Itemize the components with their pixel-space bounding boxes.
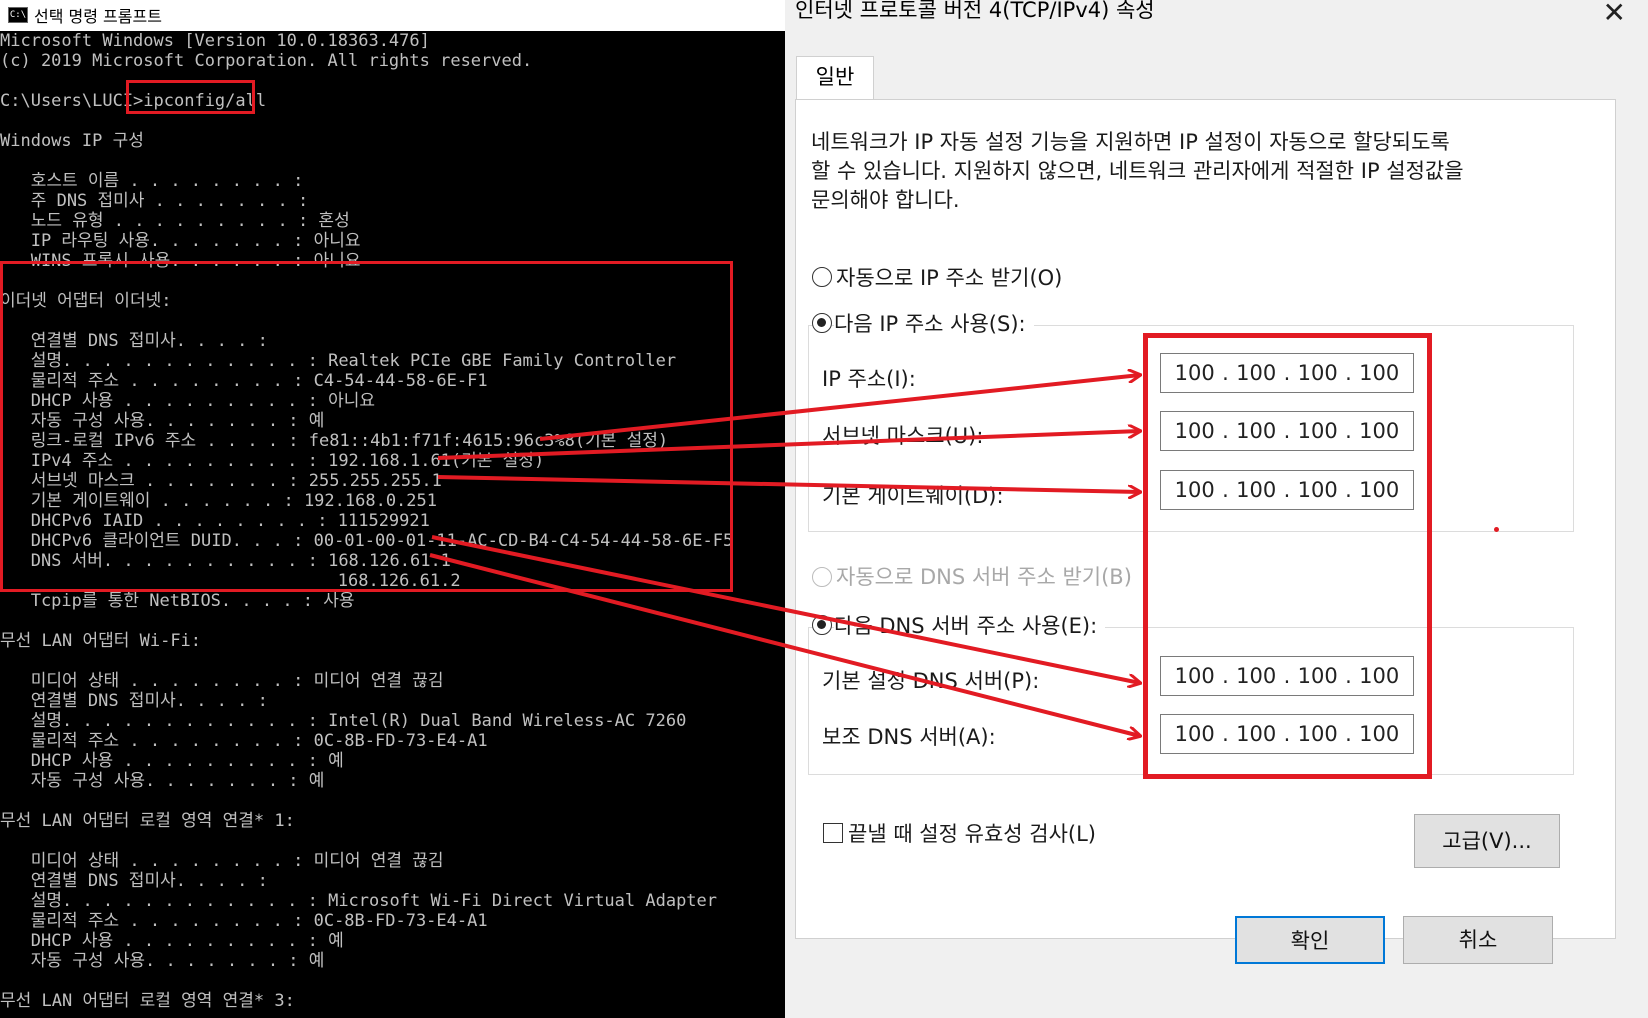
red-dot-marker: [1494, 527, 1499, 532]
alternate-dns-label: 보조 DNS 서버(A):: [822, 725, 996, 749]
console-line: 서브넷 마스크 . . . . . . . : 255.255.255.1: [0, 471, 442, 491]
console-line: DNS 서버. . . . . . . . . . : 168.126.61.1: [0, 551, 451, 571]
console-titlebar: C:\ 선택 명령 프롬프트: [0, 0, 785, 30]
console-line: DHCP 사용 . . . . . . . . . : 예: [0, 751, 344, 771]
console-line: Tcpip를 통한 NetBIOS. . . . : 사용: [0, 591, 355, 611]
console-line: 물리적 주소 . . . . . . . . : 0C-8B-FD-73-E4-…: [0, 911, 488, 931]
description-line-2: 할 수 있습니다. 지원하지 않으면, 네트워크 관리자에게 적절한 IP 설정…: [811, 159, 1464, 183]
tab-general[interactable]: 일반: [796, 56, 874, 100]
console-line: 미디어 상태 . . . . . . . . : 미디어 연결 끊김: [0, 851, 444, 871]
ok-button[interactable]: 확인: [1235, 916, 1385, 964]
console-line: Windows IP 구성: [0, 131, 144, 151]
console-line: 물리적 주소 . . . . . . . . : 0C-8B-FD-73-E4-…: [0, 731, 488, 751]
console-line: 노드 유형 . . . . . . . . . : 혼성: [0, 211, 350, 231]
console-line: 이더넷 어댑터 이더넷:: [0, 291, 172, 311]
console-line: (c) 2019 Microsoft Corporation. All righ…: [0, 51, 533, 71]
subnet-mask-input[interactable]: 100. 100. 100. 100: [1160, 411, 1414, 451]
ip-address-label: IP 주소(I):: [822, 367, 916, 391]
console-line: IP 라우팅 사용. . . . . . . : 아니요: [0, 231, 361, 251]
console-line: 무선 LAN 어댑터 로컬 영역 연결* 3:: [0, 991, 295, 1011]
console-line: 무선 LAN 어댑터 로컬 영역 연결* 1:: [0, 811, 295, 831]
console-line: 연결별 DNS 접미사. . . . :: [0, 871, 268, 891]
radio-manual-ip[interactable]: [812, 313, 832, 333]
tab-panel-general: 네트워크가 IP 자동 설정 기능을 지원하면 IP 설정이 자동으로 할당되도…: [795, 99, 1616, 939]
console-line: 자동 구성 사용. . . . . . . : 예: [0, 771, 325, 791]
cmd-icon: C:\: [8, 7, 28, 23]
console-line: Microsoft Windows [Version 10.0.18363.47…: [0, 31, 430, 51]
console-line: 설명. . . . . . . . . . . . : Realtek PCIe…: [0, 351, 677, 371]
console-line: 링크-로컬 IPv6 주소 . . . . : fe81::4b1:f71f:4…: [0, 431, 669, 451]
console-line: 자동 구성 사용. . . . . . . : 예: [0, 951, 325, 971]
radio-auto-ip-label: 자동으로 IP 주소 받기(O): [836, 266, 1063, 290]
console-line: DHCP 사용 . . . . . . . . . : 아니요: [0, 391, 376, 411]
console-line: 연결별 DNS 접미사. . . . :: [0, 331, 268, 351]
validate-settings-label: 끝낼 때 설정 유효성 검사(L): [848, 822, 1096, 846]
console-line: 168.126.61.2: [0, 571, 461, 591]
preferred-dns-label: 기본 설정 DNS 서버(P):: [822, 669, 1040, 693]
console-line: 주 DNS 접미사 . . . . . . . :: [0, 191, 309, 211]
console-line: 호스트 이름 . . . . . . . . :: [0, 171, 304, 191]
radio-auto-dns[interactable]: [812, 567, 832, 587]
alternate-dns-input[interactable]: 100. 100. 100. 100: [1160, 714, 1414, 754]
dialog-title: 인터넷 프로토콜 버전 4(TCP/IPv4) 속성: [795, 0, 1155, 22]
console-line: 연결별 DNS 접미사. . . . :: [0, 691, 268, 711]
default-gateway-input[interactable]: 100. 100. 100. 100: [1160, 470, 1414, 510]
console-text: Microsoft Windows [Version 10.0.18363.47…: [0, 31, 785, 1011]
advanced-button[interactable]: 고급(V)...: [1414, 814, 1560, 868]
console-line: 설명. . . . . . . . . . . . : Microsoft Wi…: [0, 891, 718, 911]
description-line-1: 네트워크가 IP 자동 설정 기능을 지원하면 IP 설정이 자동으로 할당되도…: [811, 130, 1450, 154]
console-line: DHCPv6 IAID . . . . . . . . : 111529921: [0, 511, 430, 531]
description-line-3: 문의해야 합니다.: [811, 188, 960, 212]
cancel-button[interactable]: 취소: [1403, 916, 1553, 964]
console-line: DHCPv6 클라이언트 DUID. . . : 00-01-00-01-11-…: [0, 531, 734, 551]
close-icon[interactable]: ✕: [1603, 0, 1626, 29]
radio-manual-ip-label: 다음 IP 주소 사용(S):: [834, 308, 1034, 338]
console-line: WINS 프록시 사용. . . . . . : 아니요: [0, 251, 361, 271]
radio-auto-ip[interactable]: [812, 267, 832, 287]
console-line: 설명. . . . . . . . . . . . : Intel(R) Dua…: [0, 711, 687, 731]
console-line: 자동 구성 사용. . . . . . . : 예: [0, 411, 325, 431]
default-gateway-label: 기본 게이트웨이(D):: [822, 484, 1004, 508]
console-line: IPv4 주소 . . . . . . . . . : 192.168.1.61…: [0, 451, 545, 471]
console-line: 기본 게이트웨이 . . . . . . : 192.168.0.251: [0, 491, 437, 511]
subnet-mask-label: 서브넷 마스크(U):: [822, 424, 984, 448]
console-line: 무선 LAN 어댑터 Wi-Fi:: [0, 631, 202, 651]
ip-address-input[interactable]: 100. 100. 100. 100: [1160, 353, 1414, 393]
ipv4-properties-dialog: 인터넷 프로토콜 버전 4(TCP/IPv4) 속성 ✕ 일반 네트워크가 IP…: [785, 0, 1648, 1018]
radio-manual-dns[interactable]: [812, 615, 832, 635]
radio-auto-dns-label: 자동으로 DNS 서버 주소 받기(B): [836, 565, 1132, 589]
console-title: 선택 명령 프롬프트: [34, 7, 162, 26]
console-output[interactable]: Microsoft Windows [Version 10.0.18363.47…: [0, 31, 785, 1018]
preferred-dns-input[interactable]: 100. 100. 100. 100: [1160, 656, 1414, 696]
console-line: 물리적 주소 . . . . . . . . : C4-54-44-58-6E-…: [0, 371, 488, 391]
console-line: 미디어 상태 . . . . . . . . : 미디어 연결 끊김: [0, 671, 444, 691]
radio-manual-dns-label: 다음 DNS 서버 주소 사용(E):: [834, 610, 1106, 640]
console-line: C:\Users\LUCI>ipconfig/all: [0, 91, 267, 111]
console-line: DHCP 사용 . . . . . . . . . : 예: [0, 931, 344, 951]
validate-settings-checkbox[interactable]: [823, 823, 843, 843]
